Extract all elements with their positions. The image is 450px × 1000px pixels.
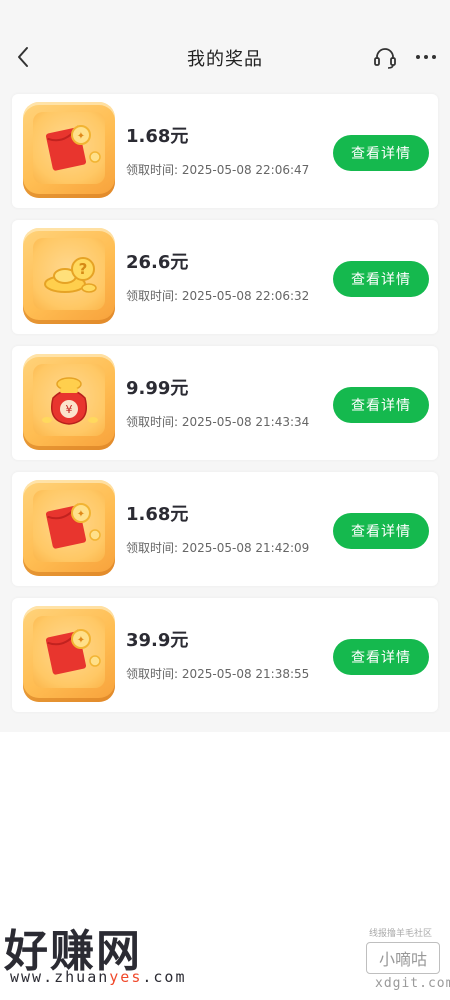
watermark-community-text: 线报撸羊毛社区: [369, 929, 433, 939]
view-details-button[interactable]: 查看详情: [333, 261, 429, 297]
claim-time: 领取时间: 2025-05-08 21:38:55: [126, 667, 310, 681]
svg-text:✦: ✦: [77, 635, 85, 646]
prize-amount: 1.68元: [126, 504, 189, 525]
watermark-url: www.zhuanyes.com: [10, 968, 187, 986]
prize-card: ✦ 1.68元 领取时间: 2025-05-08 22:06:47 查看详情: [12, 94, 438, 208]
claim-time: 领取时间: 2025-05-08 22:06:32: [126, 289, 310, 303]
claim-time: 领取时间: 2025-05-08 21:42:09: [126, 541, 310, 555]
view-details-button[interactable]: 查看详情: [333, 387, 429, 423]
money-bag-icon: ¥: [23, 354, 115, 450]
view-details-button[interactable]: 查看详情: [333, 135, 429, 171]
prize-amount: 26.6元: [126, 252, 189, 273]
prize-list: ✦ 1.68元 领取时间: 2025-05-08 22:06:47 查看详情 ?…: [0, 92, 450, 732]
watermark-brand-box: 小嘀咕: [366, 942, 440, 974]
view-details-button[interactable]: 查看详情: [333, 513, 429, 549]
claim-time: 领取时间: 2025-05-08 22:06:47: [126, 163, 310, 177]
gold-ingot-question-icon: ?: [23, 228, 115, 324]
red-envelope-coin-icon: ✦: [23, 102, 115, 198]
svg-text:?: ?: [79, 260, 88, 278]
svg-text:✦: ✦: [77, 131, 85, 142]
claim-time: 领取时间: 2025-05-08 21:43:34: [126, 415, 310, 429]
prize-amount: 9.99元: [126, 378, 189, 399]
view-details-button[interactable]: 查看详情: [333, 639, 429, 675]
prize-card: ¥ 9.99元 领取时间: 2025-05-08 21:43:34 查看详情: [12, 346, 438, 460]
prize-amount: 39.9元: [126, 630, 189, 651]
prize-amount: 1.68元: [126, 126, 189, 147]
prize-card: ? 26.6元 领取时间: 2025-05-08 22:06:32 查看详情: [12, 220, 438, 334]
svg-text:✦: ✦: [77, 509, 85, 520]
headset-icon[interactable]: [372, 45, 398, 71]
prize-card: ✦ 39.9元 领取时间: 2025-05-08 21:38:55 查看详情: [12, 598, 438, 712]
prize-card: ✦ 1.68元 领取时间: 2025-05-08 21:42:09 查看详情: [12, 472, 438, 586]
red-envelope-coin-icon: ✦: [23, 480, 115, 576]
more-horizontal-icon[interactable]: [414, 45, 438, 69]
top-bar: 我的奖品: [0, 0, 450, 92]
red-envelope-coin-icon: ✦: [23, 606, 115, 702]
watermark-brand-url: xdgit.com: [375, 976, 450, 991]
svg-text:¥: ¥: [66, 403, 73, 416]
